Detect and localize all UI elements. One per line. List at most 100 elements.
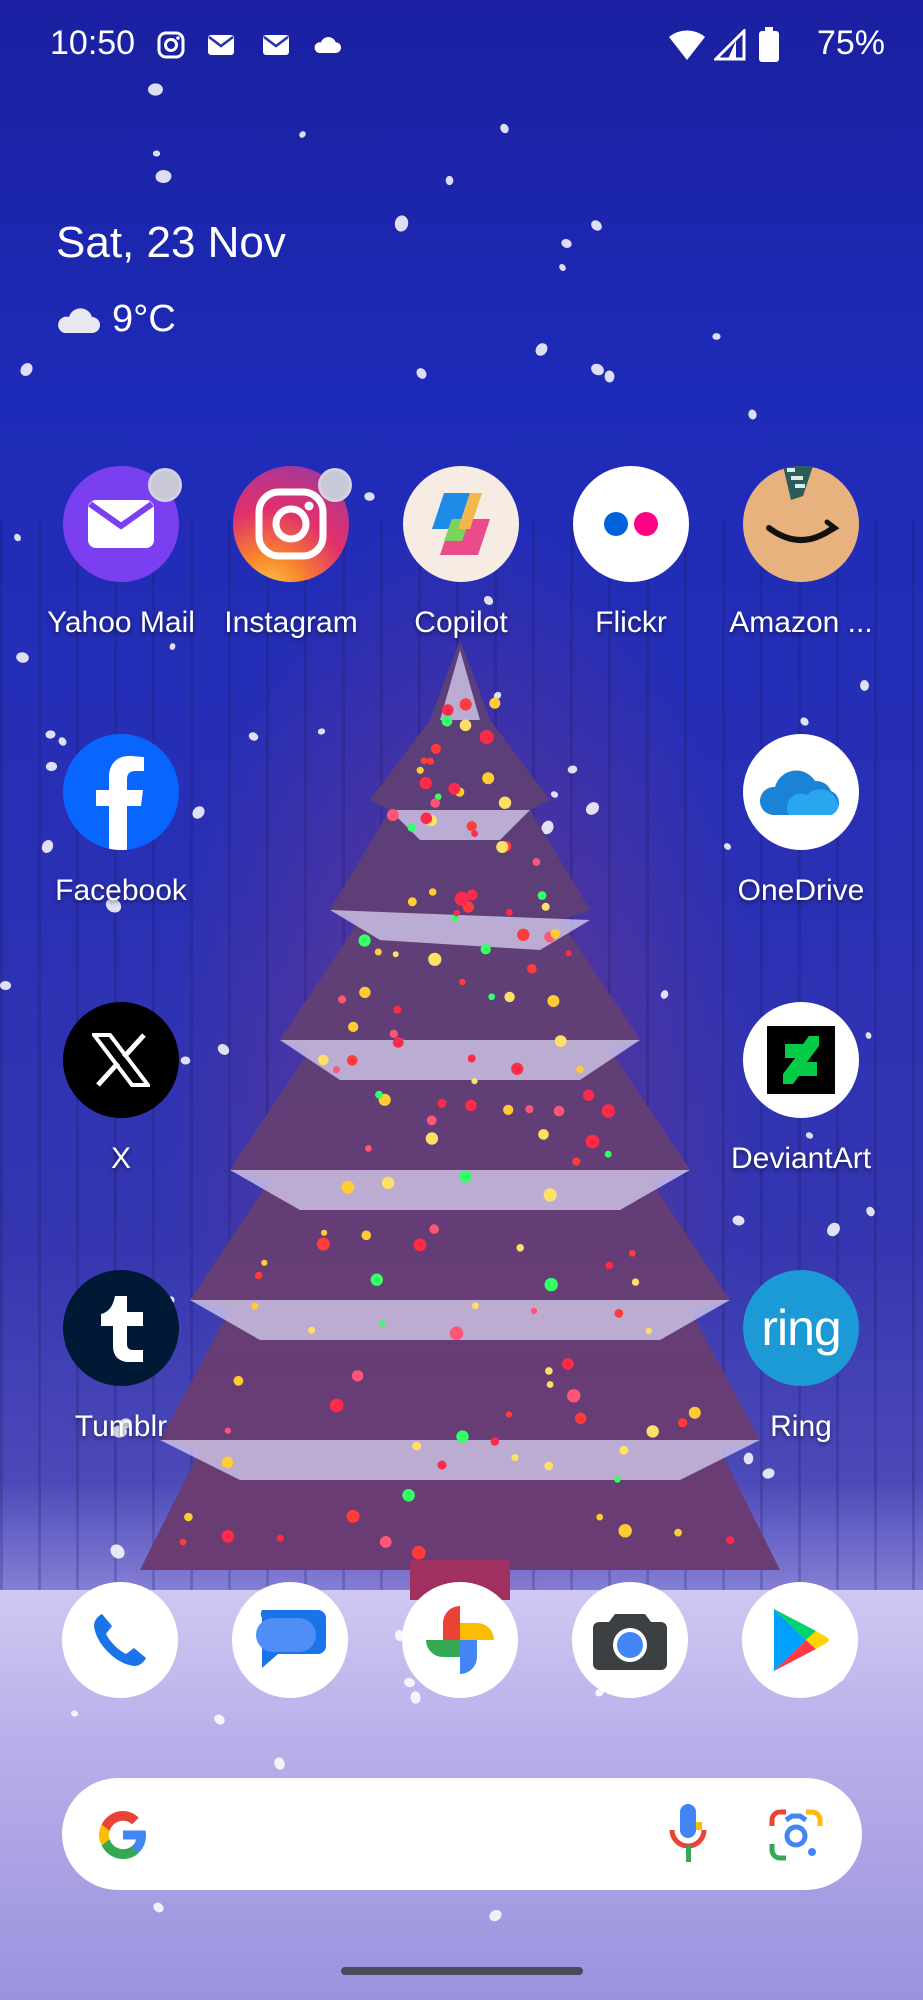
app-yahoo-mail[interactable]: Yahoo Mail — [36, 466, 206, 640]
tree-light — [430, 743, 441, 754]
tree-light — [456, 1430, 469, 1443]
tree-light — [614, 1309, 624, 1318]
tree-light — [576, 1065, 584, 1074]
app-flickr[interactable]: Flickr — [546, 466, 716, 640]
tree-light — [425, 1132, 439, 1145]
messages-icon[interactable] — [232, 1582, 348, 1698]
app-amazon[interactable]: Amazon ... — [716, 466, 886, 640]
tree-light — [459, 719, 472, 732]
cloud-icon — [58, 307, 100, 333]
tree-light — [329, 1398, 344, 1413]
app-label: Copilot — [414, 606, 508, 639]
tree-light — [537, 891, 547, 900]
notification-dot — [318, 468, 352, 502]
tree-light — [471, 1302, 479, 1310]
wifi-icon — [669, 30, 705, 60]
tree-light — [645, 1327, 652, 1335]
tree-light — [605, 1261, 614, 1270]
tree-light — [420, 812, 433, 825]
tree-light — [554, 1035, 567, 1047]
app-label: X — [110, 1142, 131, 1175]
tree-light — [341, 1180, 355, 1194]
google-lens-icon[interactable] — [768, 1808, 824, 1862]
tree-light — [490, 1437, 500, 1446]
tree-light — [482, 772, 495, 785]
phone-icon[interactable] — [62, 1582, 178, 1698]
tree-light — [221, 1530, 235, 1543]
app-label: Instagram — [224, 606, 358, 639]
app-label: OneDrive — [737, 874, 865, 907]
tree-light — [489, 697, 501, 709]
app-ring[interactable]: ring Ring — [716, 1270, 886, 1444]
app-label: Facebook — [55, 874, 187, 907]
notification-dot — [148, 468, 182, 502]
app-label: Yahoo Mail — [47, 606, 195, 639]
at-a-glance-date[interactable]: Sat, 23 Nov — [56, 218, 286, 268]
tree-light — [346, 1055, 358, 1066]
tree-light — [392, 951, 399, 958]
tree-light — [601, 1104, 615, 1118]
tree-light — [412, 1441, 422, 1451]
tree-light — [496, 841, 509, 853]
tree-light — [318, 1054, 329, 1066]
tree-light — [479, 730, 494, 745]
tree-light — [547, 995, 560, 1007]
play-store-icon[interactable] — [742, 1582, 858, 1698]
tree-light — [572, 1157, 581, 1166]
google-search-bar[interactable] — [62, 1778, 862, 1890]
app-instagram[interactable]: Instagram — [206, 466, 376, 640]
tree-light — [402, 1489, 415, 1502]
app-x[interactable]: X — [36, 1002, 206, 1176]
tree-light — [251, 1302, 259, 1310]
tree-light — [678, 1418, 688, 1428]
tree-light — [511, 1062, 524, 1075]
amazon-icon — [743, 466, 859, 582]
microphone-icon[interactable] — [666, 1802, 710, 1866]
tree-light — [619, 1445, 629, 1455]
tree-light — [505, 1411, 512, 1418]
tree-light — [628, 1250, 636, 1257]
app-onedrive[interactable]: OneDrive — [716, 734, 886, 908]
app-facebook[interactable]: Facebook — [36, 734, 206, 908]
tree-light — [550, 929, 560, 939]
gesture-navigation-handle[interactable] — [341, 1967, 583, 1975]
tree-light — [516, 1244, 524, 1252]
at-a-glance-weather[interactable]: 9°C — [56, 298, 176, 341]
tree-light — [316, 1237, 330, 1251]
ring-logo-text: ring — [761, 1300, 841, 1356]
battery-icon — [759, 27, 779, 62]
tree-light — [389, 1029, 398, 1038]
tree-light — [480, 944, 491, 955]
tree-light — [442, 704, 454, 716]
tree-light — [407, 823, 416, 832]
tree-light — [465, 1099, 477, 1112]
tree-light — [429, 1224, 439, 1234]
tree-light — [412, 1545, 426, 1560]
tree-light — [674, 1528, 682, 1537]
tree-light — [308, 1326, 316, 1334]
signal-icon — [714, 29, 746, 61]
tree-light — [426, 757, 434, 765]
tree-light — [358, 934, 371, 947]
tree-light — [488, 993, 496, 1001]
app-label: DeviantArt — [730, 1142, 872, 1175]
tree-light — [437, 1099, 447, 1108]
tree-light — [565, 950, 572, 957]
snowflake — [712, 333, 721, 340]
app-deviantart[interactable]: DeviantArt — [716, 1002, 886, 1176]
photos-icon[interactable] — [402, 1582, 518, 1698]
tree-light — [467, 1054, 476, 1063]
tree-light — [471, 830, 478, 837]
tree-light — [420, 757, 428, 765]
app-copilot[interactable]: Copilot — [376, 466, 546, 640]
camera-icon[interactable] — [572, 1582, 688, 1698]
ring-icon: ring — [743, 1270, 859, 1386]
tree-light — [221, 1456, 234, 1468]
mail-icon — [208, 35, 234, 55]
tree-light — [567, 1389, 581, 1403]
tree-light — [179, 1538, 187, 1546]
tree-light — [233, 1375, 244, 1386]
app-label: Tumblr — [74, 1410, 168, 1443]
tree-light — [543, 1188, 557, 1202]
app-tumblr[interactable]: Tumblr — [36, 1270, 206, 1444]
